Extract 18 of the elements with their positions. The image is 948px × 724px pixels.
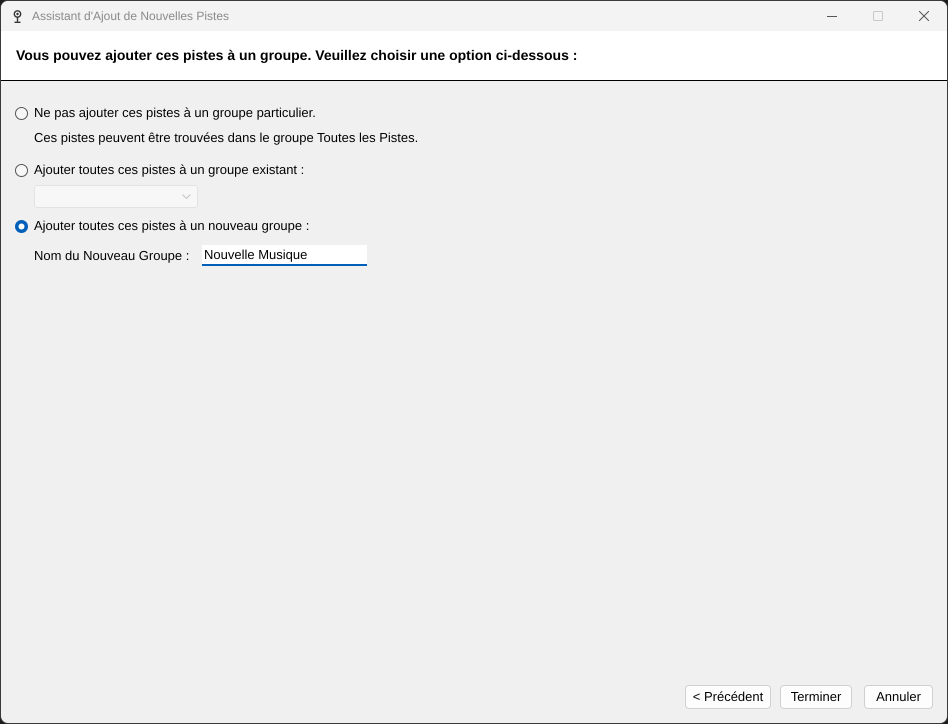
field-label: Nom du Nouveau Groupe :	[34, 246, 190, 265]
header-text: Vous pouvez ajouter ces pistes à un groupe. Veuillez choisir une option ci-dessous :	[16, 46, 578, 65]
finish-button[interactable]: Terminer	[780, 685, 852, 709]
radio-button[interactable]	[15, 106, 28, 120]
radio-label[interactable]: Ne pas ajouter ces pistes à un groupe particulier.	[34, 103, 316, 123]
radio-button[interactable]	[15, 220, 28, 232]
back-button[interactable]: < Précédent	[685, 685, 771, 709]
chevron-down-icon	[182, 194, 191, 199]
option-description: Ces pistes peuvent être trouvées dans le groupe Toutes les Pistes.	[34, 130, 418, 146]
group-name-input[interactable]: Nouvelle Musique	[202, 245, 367, 266]
radio-button[interactable]	[15, 164, 28, 176]
close-icon	[919, 11, 929, 21]
cancel-button[interactable]: Annuler	[864, 685, 933, 709]
microphone-icon	[13, 10, 22, 22]
radio-label[interactable]: Ajouter toutes ces pistes à un groupe existant :	[34, 160, 304, 180]
maximize-icon	[873, 11, 883, 21]
radio-label[interactable]: Ajouter toutes ces pistes à un nouveau groupe :	[34, 216, 310, 236]
window-title: Assistant d'Ajout de Nouvelles Pistes	[32, 8, 230, 25]
